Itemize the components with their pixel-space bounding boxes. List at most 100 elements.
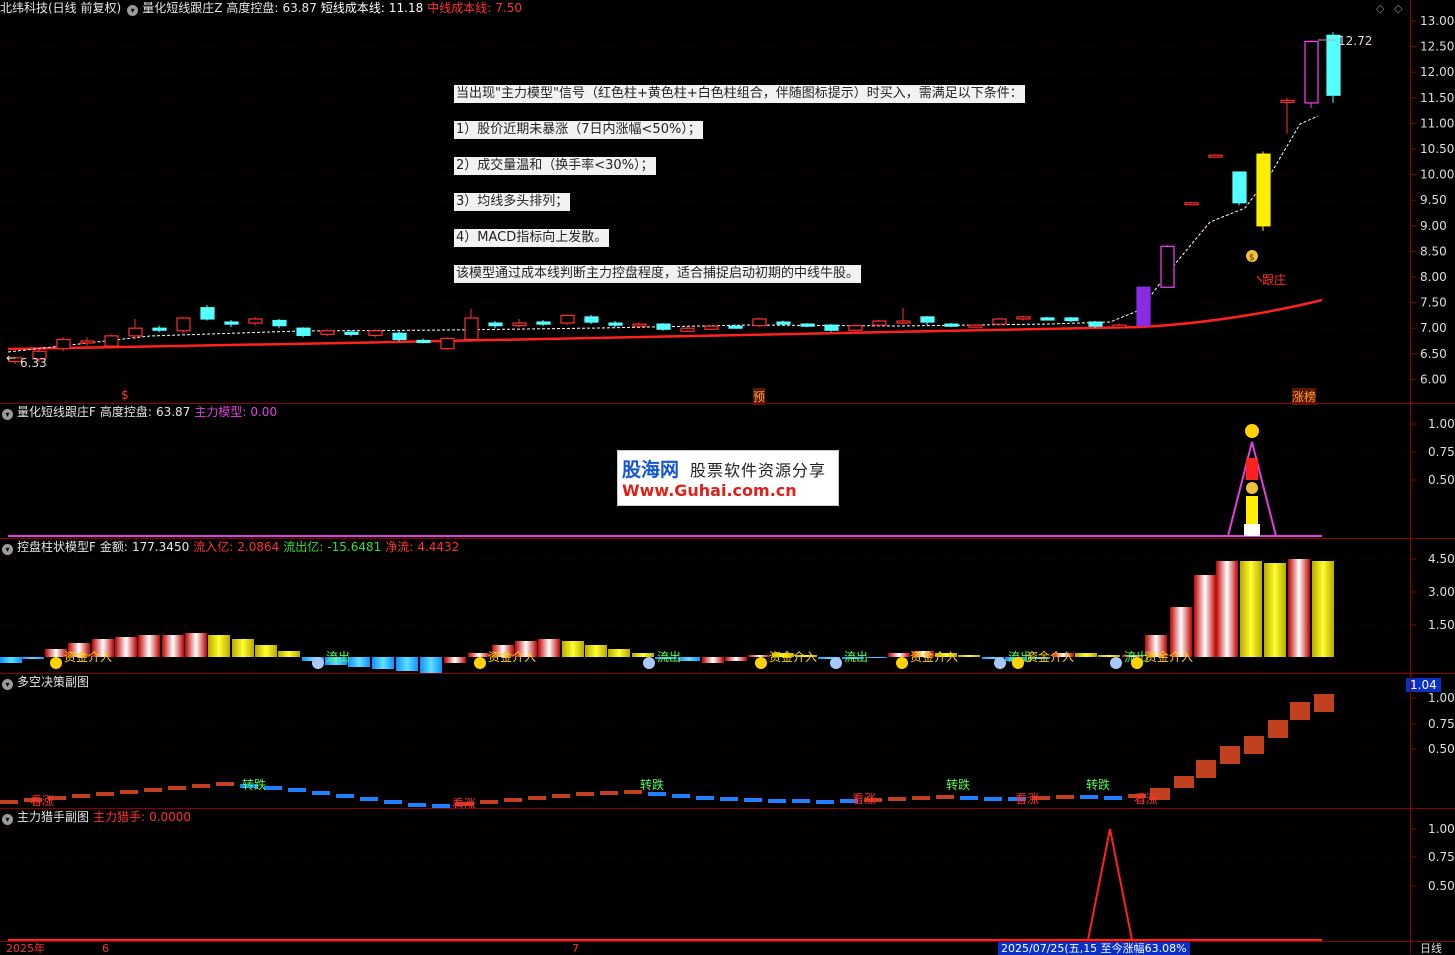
tag-capital-in: 资金介入 bbox=[488, 650, 537, 664]
candle-body bbox=[1208, 154, 1223, 158]
money-flow-bar bbox=[1312, 561, 1334, 657]
candle-body bbox=[512, 322, 527, 327]
money-flow-bar bbox=[1194, 575, 1216, 657]
sad-icon bbox=[643, 657, 655, 669]
tag-outflow: 流出 bbox=[657, 650, 682, 664]
main-chart-panel[interactable]: 北纬科技(日线 前复权) ▾ 量化短线跟庄Z 高度控盘: 63.87 短线成本线: 11.1… bbox=[0, 0, 1455, 405]
candle-body bbox=[824, 324, 839, 331]
bull-bear-step bbox=[1056, 795, 1074, 799]
sad-icon bbox=[312, 657, 324, 669]
tag-turn-down: 转跌 bbox=[640, 778, 665, 792]
sub3-panel[interactable]: ▾ 多空决策副图 1.04 1.00 0.75 0.50 看涨 转跌 看涨 转跌 看涨 转跌 看涨… bbox=[0, 674, 1455, 811]
bull-bear-step bbox=[960, 796, 978, 800]
bull-bear-step bbox=[384, 800, 402, 804]
y-tick-label: 1.00 bbox=[1428, 822, 1455, 836]
tag-outflow: 流出 bbox=[844, 650, 869, 664]
time-axis[interactable]: 2025年 6 7 2025/07/25(五,15 至今涨幅63.08% 日线 bbox=[0, 941, 1455, 955]
sad-icon bbox=[830, 657, 842, 669]
y-tick-label: 12.50 bbox=[1420, 40, 1454, 54]
note-line-0: 当出现"主力模型"信号（红色柱+黄色柱+白色柱组合，伴随图标提示）时买入，需满足… bbox=[454, 85, 1025, 103]
bull-bear-step bbox=[1244, 736, 1264, 754]
y-tick-label: 11.00 bbox=[1420, 116, 1454, 130]
period-label[interactable]: 日线 bbox=[1420, 942, 1442, 955]
money-flow-bar bbox=[232, 639, 254, 657]
candle-body bbox=[920, 316, 935, 323]
sub2-chart[interactable]: 4.50 3.00 1.50 bbox=[0, 539, 1455, 673]
smile-icon bbox=[1131, 657, 1143, 669]
price-axis-divider bbox=[1410, 0, 1411, 954]
sub4-chart[interactable]: 1.00 0.75 0.50 bbox=[0, 809, 1455, 941]
candle-body bbox=[128, 327, 143, 337]
money-flow-bar bbox=[865, 657, 887, 658]
money-flow-bar bbox=[115, 637, 137, 657]
sub2-panel[interactable]: ▾ 控盘柱状模型F 金额: 177.3450 流入亿: 2.0864 流出亿: -15.648… bbox=[0, 539, 1455, 673]
y-tick-label: 0.50 bbox=[1428, 742, 1455, 756]
model-bar-white bbox=[1244, 524, 1260, 536]
money-flow-bar bbox=[420, 657, 442, 673]
candle-body bbox=[1160, 245, 1175, 288]
watermark-slogan: 股票软件资源分享 bbox=[690, 461, 827, 480]
sub3-chart[interactable]: 1.00 0.75 0.50 bbox=[0, 674, 1455, 808]
bull-bear-step bbox=[168, 786, 186, 790]
candle-body bbox=[800, 323, 815, 327]
candlestick-chart[interactable]: 13.00 12.50 12.00 11.50 11.00 10.50 10.00 9.50 9… bbox=[0, 0, 1455, 403]
y-tick-label: 7.00 bbox=[1420, 321, 1447, 335]
bull-bear-step bbox=[360, 797, 378, 801]
tag-capital-in: 资金介入 bbox=[769, 650, 818, 664]
tag-turn-down: 转跌 bbox=[946, 778, 971, 792]
sub4-panel[interactable]: ▾ 主力猎手副图 主力猎手: 0.0000 1.00 0.75 0.50 bbox=[0, 809, 1455, 941]
y-tick-label: 9.00 bbox=[1420, 219, 1447, 233]
bull-bear-step bbox=[216, 782, 234, 786]
money-bag-icon: $ bbox=[1246, 250, 1258, 263]
bull-bear-step bbox=[1104, 796, 1122, 800]
time-label-july: 7 bbox=[572, 942, 579, 955]
money-flow-bar bbox=[208, 635, 230, 657]
candle-body bbox=[320, 330, 335, 335]
model-bar-red bbox=[1246, 458, 1258, 480]
tag-bullish: 看涨 bbox=[30, 794, 55, 808]
candle-body bbox=[200, 307, 215, 320]
candle-body bbox=[1064, 317, 1079, 322]
smile-icon bbox=[896, 657, 908, 669]
bull-bear-step bbox=[792, 799, 810, 803]
note-line-4: 4）MACD指标向上发散。 bbox=[454, 229, 610, 247]
candle-body bbox=[584, 316, 599, 323]
y-tick-label: 8.00 bbox=[1420, 270, 1447, 284]
bull-bear-step bbox=[576, 792, 594, 796]
candle-body bbox=[1040, 317, 1055, 321]
y-tick-label: 10.50 bbox=[1420, 142, 1454, 156]
candle-body bbox=[608, 322, 623, 326]
watermark-url: Www.Guhai.com.cn bbox=[622, 481, 797, 500]
candle-body bbox=[1280, 99, 1295, 103]
money-flow-bar bbox=[608, 649, 630, 657]
candle-body bbox=[752, 318, 767, 327]
candle-body bbox=[248, 318, 263, 324]
bull-bear-step bbox=[768, 799, 786, 803]
sub1-panel[interactable]: ▾ 量化短线跟庄F 高度控盘: 63.87 主力模型: 0.00 1.00 0.75 0.50… bbox=[0, 404, 1455, 538]
watermark-badge: 股海网 股票软件资源分享 Www.Guhai.com.cn bbox=[617, 450, 839, 506]
bull-bear-step bbox=[504, 798, 522, 802]
candle-body bbox=[56, 338, 71, 350]
y-tick-label: 0.75 bbox=[1428, 717, 1455, 731]
candle-body bbox=[104, 335, 119, 347]
genzhuang-marker: 跟庄 bbox=[1262, 272, 1286, 287]
y-tick-label: 6.50 bbox=[1420, 347, 1447, 361]
money-flow-bar bbox=[444, 657, 466, 663]
tag-capital-in: 资金介入 bbox=[64, 650, 113, 664]
y-tick-label: 12.00 bbox=[1420, 65, 1454, 79]
money-flow-bar bbox=[585, 645, 607, 657]
low-price-label: 6.33 bbox=[20, 356, 47, 370]
bull-bear-step bbox=[600, 791, 618, 795]
bull-bear-step bbox=[1080, 795, 1098, 799]
candle-body bbox=[656, 323, 671, 330]
bull-bear-step bbox=[696, 796, 714, 800]
candle-body bbox=[536, 321, 551, 325]
bull-bear-step bbox=[1196, 760, 1216, 778]
cursor-info-bar: 2025/07/25(五,15 至今涨幅63.08% bbox=[998, 942, 1190, 955]
candle-body bbox=[632, 323, 647, 327]
money-flow-bar bbox=[255, 645, 277, 657]
money-flow-bar bbox=[278, 651, 300, 657]
bull-bear-step bbox=[96, 792, 114, 796]
smile-icon bbox=[50, 657, 62, 669]
y-tick-label: 4.50 bbox=[1428, 552, 1455, 566]
